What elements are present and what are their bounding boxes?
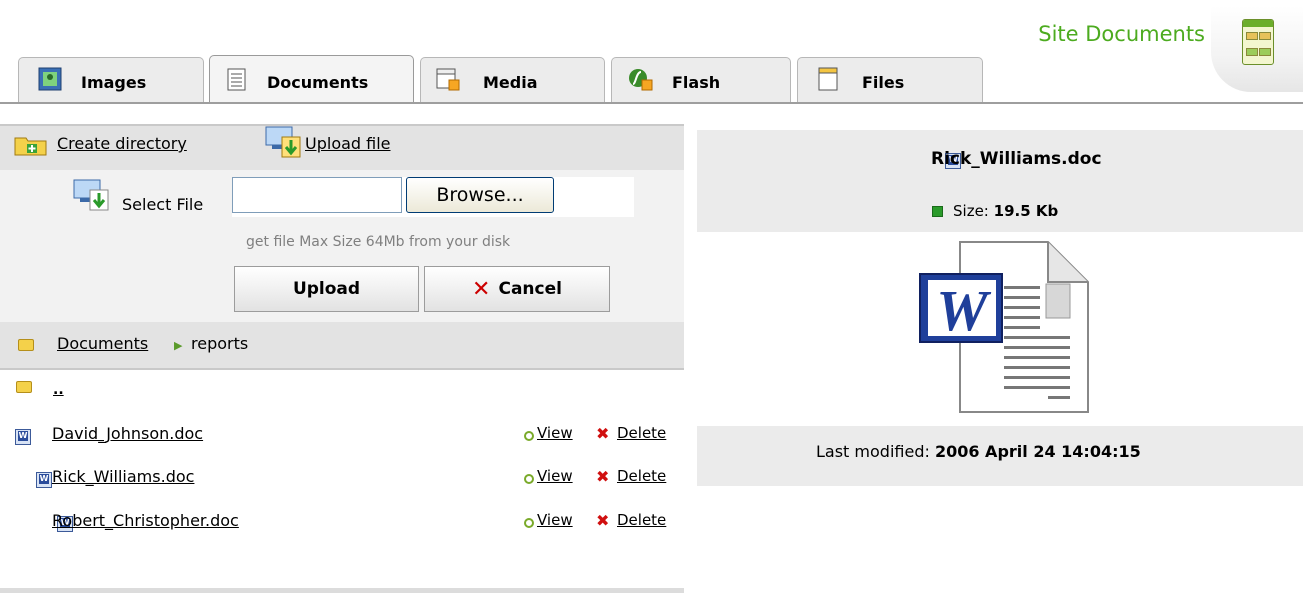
view-link[interactable]: View [537,424,573,442]
image-icon [38,67,62,91]
file-picker: Browse... [232,177,634,217]
modified-label: Last modified: [816,442,930,461]
site-documents-logo-icon [1211,6,1303,92]
delete-icon: ✖ [596,467,610,486]
delete-link[interactable]: Delete [617,511,666,529]
media-icon [436,68,460,91]
delete-icon: ✖ [596,424,610,443]
left-panel-footer [0,588,684,593]
tab-images[interactable]: Images [18,57,204,103]
parent-directory-link[interactable]: .. [53,382,64,398]
select-file-icon [73,179,109,211]
folder-icon [18,339,34,351]
size-label: Size: [953,202,989,220]
doc-file-icon [15,428,31,445]
delete-link[interactable]: Delete [617,424,666,442]
tab-documents[interactable]: Documents [209,55,414,103]
file-path-input[interactable] [232,177,402,213]
last-modified: Last modified: 2006 April 24 14:04:15 [816,442,1141,461]
word-document-icon: W [919,241,1089,413]
tab-media[interactable]: Media [420,57,605,103]
view-link[interactable]: View [537,467,573,485]
preview-size: Size: 19.5 Kb [953,202,1058,220]
breadcrumb-current: reports [191,334,249,353]
modified-value: 2006 April 24 14:04:15 [934,442,1141,461]
document-icon [227,68,246,91]
size-value: 19.5 Kb [993,202,1059,220]
browse-button[interactable]: Browse... [406,177,554,213]
tab-divider [0,102,1303,104]
tab-files-label: Files [862,73,905,92]
file-link-david-johnson[interactable]: David_Johnson.doc [52,424,203,443]
page-title: Site Documents [1038,22,1205,46]
upload-file-icon[interactable] [264,125,304,159]
files-icon [818,67,838,91]
upload-hint: get file Max Size 64Mb from your disk [246,234,511,250]
view-icon [524,431,534,441]
parent-folder-icon[interactable] [16,381,32,393]
tab-documents-label: Documents [267,73,369,92]
svg-text:W: W [936,278,991,343]
upload-button-label: Upload [292,279,361,299]
save-disk-icon [932,206,943,217]
tab-files[interactable]: Files [797,57,983,103]
tab-images-label: Images [81,73,147,92]
tab-flash[interactable]: Flash [611,57,791,103]
upload-button[interactable]: Upload [234,266,419,312]
doc-file-icon [36,471,53,488]
upload-file-link[interactable]: Upload file [305,134,391,153]
cancel-button-label: Cancel [498,279,562,299]
create-folder-icon[interactable] [14,134,48,156]
delete-link[interactable]: Delete [617,467,666,485]
file-link-robert-christopher[interactable]: Robert_Christopher.doc [52,511,239,530]
breadcrumb-documents-link[interactable]: Documents [57,334,148,353]
view-link[interactable]: View [537,511,573,529]
cancel-x-icon: ✕ [472,277,491,302]
create-directory-link[interactable]: Create directory [57,134,187,153]
tab-media-label: Media [483,73,538,92]
view-icon [524,474,534,484]
breadcrumb-arrow-icon: ▶ [174,339,183,352]
select-file-label: Select File [122,195,204,214]
flash-icon [629,69,653,91]
file-link-rick-williams[interactable]: Rick_Williams.doc [52,467,194,486]
preview-file-name: Rick_Williams.doc [931,149,1102,169]
delete-icon: ✖ [596,511,610,530]
cancel-button[interactable]: ✕ Cancel [424,266,610,312]
view-icon [524,518,534,528]
tab-flash-label: Flash [672,73,721,92]
